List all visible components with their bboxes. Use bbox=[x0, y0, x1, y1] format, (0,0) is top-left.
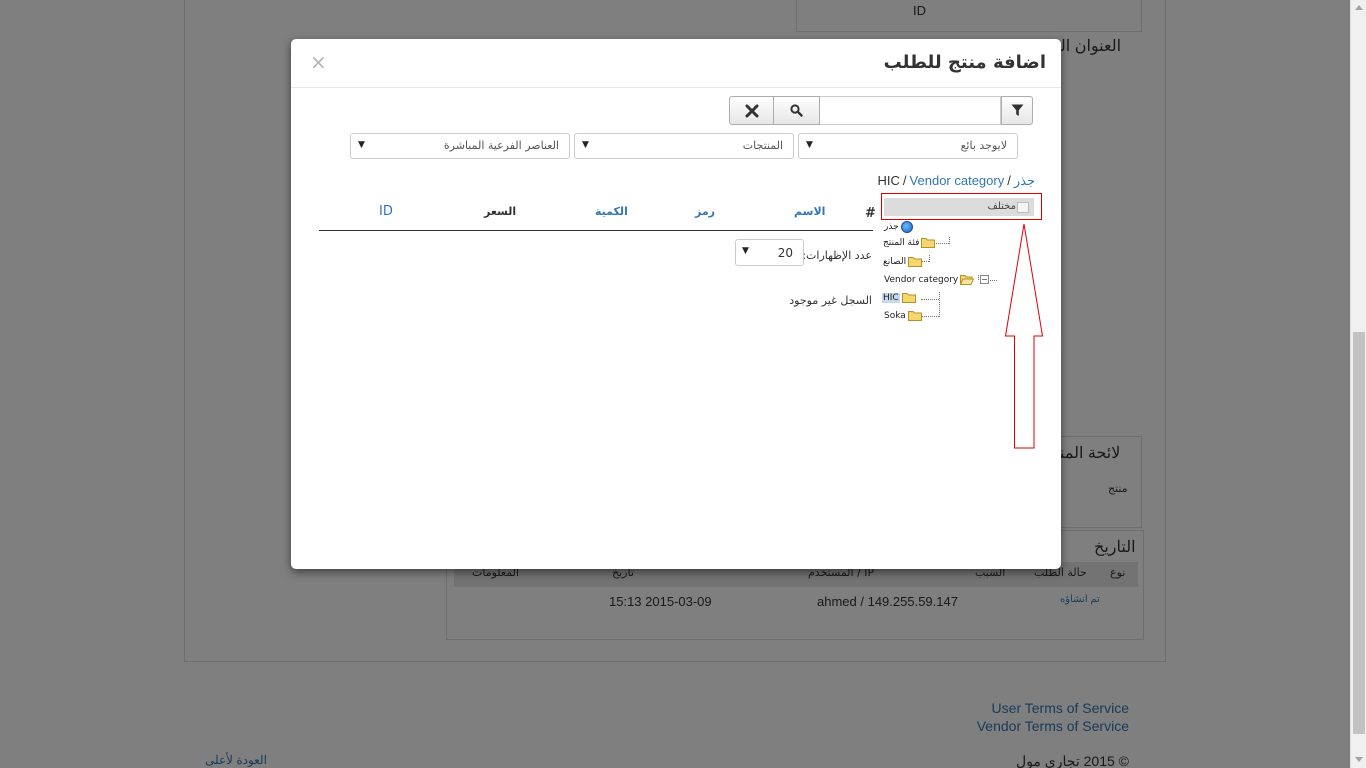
tree-node-soka[interactable]: Soka bbox=[884, 310, 922, 321]
tree-connector bbox=[949, 237, 950, 244]
scroll-up-icon[interactable] bbox=[1355, 5, 1363, 10]
tree-node-product-category[interactable]: فئة المنتج bbox=[883, 237, 936, 248]
clear-search-button[interactable] bbox=[729, 96, 774, 125]
filter-icon bbox=[1011, 104, 1023, 116]
th-quantity[interactable]: الكمية bbox=[595, 205, 628, 218]
folder-icon bbox=[907, 311, 922, 321]
modal-title: اضافة منتج للطلب bbox=[883, 52, 1046, 73]
tree-label: HIC bbox=[882, 292, 900, 303]
folder-open-icon bbox=[960, 275, 975, 285]
tree-connector bbox=[921, 316, 939, 317]
category-tree-dropdown[interactable]: مختلف bbox=[881, 193, 1042, 220]
chevron-down-icon: ▼ bbox=[358, 140, 365, 150]
tree-label: Vendor category bbox=[884, 274, 959, 285]
products-select[interactable]: المنتجات ▼ bbox=[574, 133, 794, 159]
chevron-down-icon: ▼ bbox=[742, 246, 749, 256]
vendor-select[interactable]: لايوجد بائع ▼ bbox=[798, 133, 1018, 159]
th-hash: # bbox=[865, 206, 876, 221]
tree-connector bbox=[978, 275, 979, 280]
folder-icon bbox=[908, 257, 923, 267]
per-page-value: 20 bbox=[777, 246, 793, 260]
breadcrumb-separator: / bbox=[1007, 173, 1011, 188]
th-price: السعر bbox=[484, 205, 517, 218]
per-page-label: عدد الإظهارات: bbox=[802, 249, 872, 262]
folder-icon bbox=[901, 293, 916, 303]
search-group bbox=[729, 96, 1033, 125]
scroll-down-icon[interactable] bbox=[1355, 757, 1363, 762]
category-tree-selected: مختلف bbox=[987, 201, 1017, 212]
children-select-value: العناصر الفرعية المباشرة bbox=[443, 139, 559, 152]
tree-node-hic[interactable]: HIC bbox=[882, 292, 916, 303]
search-button[interactable] bbox=[774, 96, 820, 125]
per-page-select[interactable]: 20 ▼ bbox=[735, 239, 804, 266]
tree-connector bbox=[988, 280, 997, 281]
close-button[interactable]: × bbox=[310, 50, 327, 74]
tree-node-root[interactable]: جذر bbox=[884, 221, 913, 233]
add-product-modal: اضافة منتج للطلب × لايوجد بائع ▼ المنتجا… bbox=[291, 39, 1061, 569]
breadcrumb-separator: / bbox=[902, 173, 907, 188]
category-tree-select[interactable]: مختلف bbox=[884, 198, 1034, 216]
products-select-value: المنتجات bbox=[742, 139, 783, 152]
vendor-select-value: لايوجد بائع bbox=[960, 139, 1007, 152]
tree-connector bbox=[929, 255, 930, 262]
times-icon bbox=[745, 104, 758, 117]
page-scrollbar[interactable] bbox=[1350, 0, 1366, 768]
tree-node-manufacturer[interactable]: الصانع bbox=[883, 256, 923, 267]
search-input[interactable] bbox=[820, 96, 1001, 125]
tree-connector bbox=[939, 292, 940, 317]
th-code[interactable]: رمز bbox=[695, 205, 715, 218]
breadcrumb-vendor-category[interactable]: Vendor category bbox=[910, 173, 1005, 188]
th-name[interactable]: الاسم bbox=[794, 205, 825, 218]
annotation-arrow-icon bbox=[1004, 223, 1044, 449]
scroll-thumb[interactable] bbox=[1353, 332, 1365, 734]
breadcrumb-root[interactable]: جذر bbox=[1014, 173, 1035, 188]
breadcrumb-hic: HIC bbox=[877, 173, 900, 188]
modal-header: اضافة منتج للطلب × bbox=[291, 39, 1061, 88]
dropdown-toggle-icon[interactable] bbox=[1017, 202, 1029, 213]
children-select[interactable]: العناصر الفرعية المباشرة ▼ bbox=[350, 133, 570, 159]
tree-label: الصانع bbox=[883, 256, 907, 267]
tree-connector bbox=[921, 299, 939, 300]
tree-node-vendor-category[interactable]: Vendor category bbox=[884, 274, 975, 285]
no-record-message: السجل غير موجود bbox=[789, 294, 872, 307]
folder-icon bbox=[921, 238, 936, 248]
breadcrumb: جذر/HIC / Vendor category bbox=[878, 173, 1035, 189]
collapse-icon[interactable]: − bbox=[980, 275, 989, 284]
products-table-header: # الاسم رمز الكمية السعر ID bbox=[319, 204, 876, 231]
tree-label: جذر bbox=[884, 222, 899, 232]
search-icon bbox=[790, 104, 803, 117]
globe-icon bbox=[900, 221, 913, 233]
chevron-down-icon: ▼ bbox=[582, 140, 589, 150]
tree-label: فئة المنتج bbox=[883, 237, 920, 248]
tree-label: Soka bbox=[884, 310, 906, 321]
filter-button[interactable] bbox=[1001, 96, 1033, 125]
chevron-down-icon: ▼ bbox=[806, 140, 813, 150]
th-id[interactable]: ID bbox=[379, 204, 393, 219]
